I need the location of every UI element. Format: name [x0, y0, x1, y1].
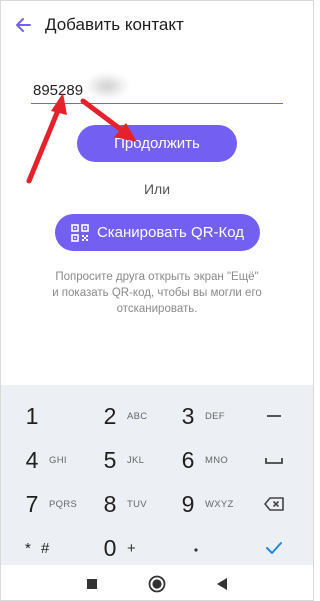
- annotation-arrow-to-input: [26, 93, 67, 184]
- key-digit: 8: [103, 490, 117, 517]
- back-button[interactable]: [3, 5, 43, 45]
- checkmark-icon: [266, 542, 282, 554]
- page-title: Добавить контакт: [45, 15, 184, 34]
- key-digit: 6: [181, 446, 195, 473]
- key-letters: JKL: [127, 454, 145, 466]
- key-done[interactable]: [235, 526, 313, 570]
- key-6[interactable]: 6 MNO: [157, 438, 235, 482]
- key-7[interactable]: 7 PQRS: [1, 482, 79, 526]
- key-dot[interactable]: [157, 526, 235, 570]
- key-digit: 9: [181, 490, 195, 517]
- key-symbols: * #: [25, 539, 53, 557]
- key-backspace[interactable]: [235, 482, 313, 526]
- qr-code-icon: [71, 223, 89, 242]
- key-9[interactable]: 9 WXYZ: [157, 482, 235, 526]
- key-1[interactable]: 1: [1, 394, 79, 438]
- dot-icon: [194, 548, 198, 552]
- redacted-digits-blur: [85, 73, 129, 99]
- key-digit: 5: [103, 446, 117, 473]
- scan-qr-button[interactable]: Сканировать QR-Код: [55, 214, 260, 251]
- back-arrow-icon: [16, 18, 31, 32]
- system-back-button[interactable]: [211, 573, 233, 595]
- key-5[interactable]: 5 JKL: [79, 438, 157, 482]
- key-letters: +: [127, 539, 136, 557]
- home-button[interactable]: [146, 573, 168, 595]
- key-digit: 7: [25, 490, 39, 517]
- key-digit: 1: [25, 402, 39, 429]
- key-letters: MNO: [205, 454, 229, 466]
- key-0[interactable]: 0 +: [79, 526, 157, 570]
- key-letters: ABC: [127, 410, 148, 422]
- key-4[interactable]: 4 GHI: [1, 438, 79, 482]
- hint-line: отсканировать.: [116, 303, 198, 315]
- scan-qr-button-label: Сканировать QR-Код: [96, 224, 245, 241]
- key-2[interactable]: 2 ABC: [79, 394, 157, 438]
- space-icon: [265, 458, 283, 464]
- app-header: Добавить контакт: [1, 1, 313, 49]
- key-digit: 4: [25, 446, 39, 473]
- key-letters: DEF: [205, 410, 225, 422]
- key-letters: TUV: [127, 498, 147, 510]
- key-digit: 0: [103, 534, 117, 561]
- system-nav-bar: [1, 566, 313, 600]
- hint-line: Попросите друга открыть экран "Ещё": [55, 271, 259, 283]
- key-3[interactable]: 3 DEF: [157, 394, 235, 438]
- key-letters: WXYZ: [205, 498, 234, 510]
- home-circle-icon: [148, 575, 166, 593]
- backspace-icon: [264, 497, 284, 511]
- recents-square-icon: [87, 579, 97, 589]
- continue-button[interactable]: Продолжить: [77, 125, 237, 162]
- recents-button[interactable]: [81, 573, 103, 595]
- continue-button-label: Продолжить: [114, 135, 200, 152]
- phone-number-input[interactable]: [31, 79, 283, 104]
- key-8[interactable]: 8 TUV: [79, 482, 157, 526]
- qr-hint-text: Попросите друга открыть экран "Ещё" и по…: [35, 269, 279, 317]
- key-minus[interactable]: [235, 394, 313, 438]
- minus-icon: [267, 415, 281, 417]
- or-separator-label: Или: [143, 181, 171, 197]
- key-letters: PQRS: [49, 498, 78, 510]
- key-digit: 2: [103, 402, 117, 429]
- app-frame: Добавить контакт Продолжить Или Сканиров…: [0, 0, 314, 601]
- key-digit: 3: [181, 402, 195, 429]
- key-space[interactable]: [235, 438, 313, 482]
- hint-line: и показать QR-код, чтобы вы могли его: [52, 287, 262, 299]
- key-star-hash[interactable]: * #: [1, 526, 79, 570]
- numeric-keypad: 1 2 ABC 3 DEF 4 GHI 5 JKL 6 MNO 7 PQRS 8…: [1, 385, 313, 565]
- back-triangle-icon: [217, 578, 227, 590]
- key-letters: GHI: [49, 454, 67, 466]
